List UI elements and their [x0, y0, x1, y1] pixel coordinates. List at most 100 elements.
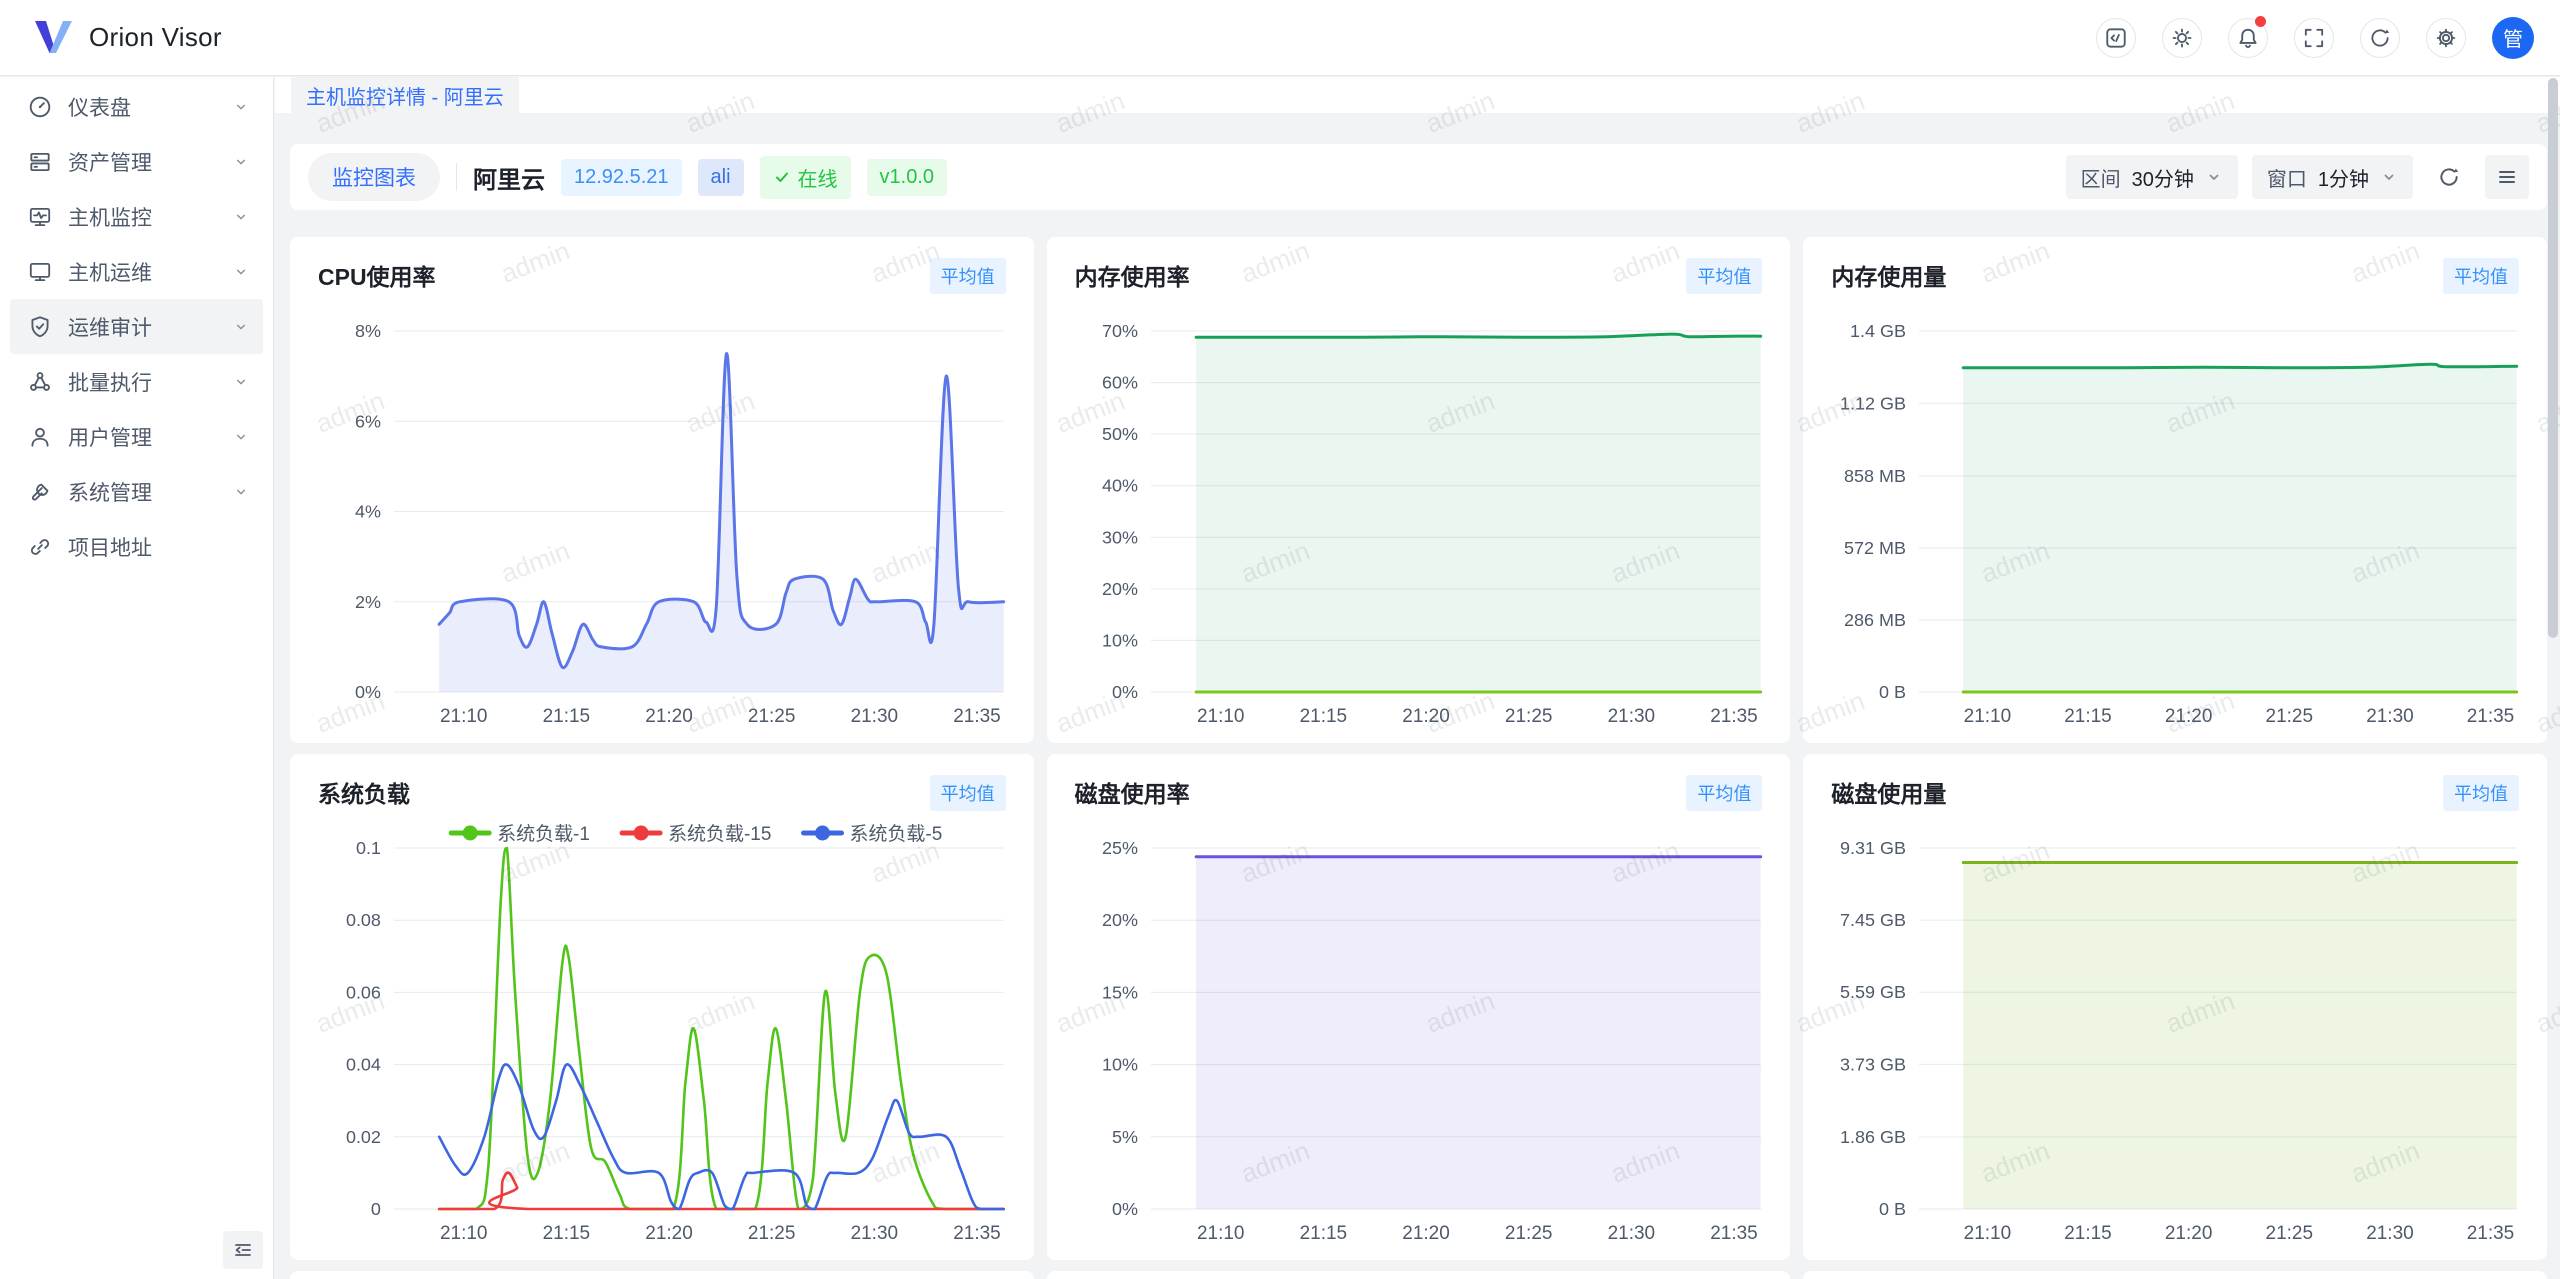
- svg-text:40%: 40%: [1102, 476, 1138, 496]
- svg-text:21:30: 21:30: [2367, 1223, 2415, 1244]
- svg-text:1.12 GB: 1.12 GB: [1840, 393, 1906, 413]
- chart-title: 磁盘使用率: [1075, 775, 1190, 809]
- svg-text:30%: 30%: [1102, 527, 1138, 547]
- refresh-charts-button[interactable]: [2427, 155, 2471, 199]
- code-square-icon: [2104, 26, 2128, 50]
- chart-config-menu-button[interactable]: [2485, 155, 2529, 199]
- chevron-down-icon: [231, 152, 251, 172]
- chart-title: CPU使用率: [318, 258, 436, 292]
- host-code-text: ali: [711, 166, 731, 189]
- svg-text:21:15: 21:15: [1299, 706, 1347, 727]
- sidebar-item-label: 资产管理: [68, 147, 152, 177]
- sidebar-item-dashboard[interactable]: 仪表盘: [10, 79, 263, 134]
- chart-cpu-usage[interactable]: 0%2%4%6%8%21:1021:1521:2021:2521:3021:35: [290, 301, 1034, 743]
- sidebar-item-label: 项目地址: [68, 532, 152, 562]
- interval-select-label: 区间: [2081, 163, 2121, 192]
- sidebar-item-monitor-pulse[interactable]: 主机监控: [10, 189, 263, 244]
- svg-text:21:35: 21:35: [1710, 706, 1758, 727]
- series-area-0: [1964, 364, 2517, 692]
- svg-text:25%: 25%: [1102, 838, 1138, 858]
- svg-text:21:20: 21:20: [1402, 1223, 1450, 1244]
- link-icon: [27, 534, 53, 560]
- refresh-icon: [2368, 26, 2392, 50]
- sidebar: 仪表盘资产管理主机监控主机运维运维审计批量执行用户管理系统管理项目地址: [0, 77, 274, 1279]
- sidebar-item-nodes[interactable]: 批量执行: [10, 354, 263, 409]
- svg-text:21:20: 21:20: [645, 1223, 693, 1244]
- svg-text:9.31 GB: 9.31 GB: [1840, 838, 1906, 858]
- svg-text:21:10: 21:10: [1197, 1223, 1245, 1244]
- user-avatar[interactable]: 管: [2492, 17, 2534, 59]
- chevron-down-icon: [2380, 168, 2398, 186]
- svg-text:50%: 50%: [1102, 424, 1138, 444]
- svg-text:21:10: 21:10: [440, 706, 488, 727]
- chart-card-header: 内存使用率平均值: [1047, 237, 1791, 294]
- toolbar-left-group: 监控图表 阿里云 12.92.5.21 ali 在线 v1.0.0: [308, 153, 947, 201]
- svg-text:0 B: 0 B: [1879, 1199, 1906, 1219]
- svg-text:7.45 GB: 7.45 GB: [1840, 910, 1906, 930]
- host-name: 阿里云: [473, 160, 545, 195]
- chart-disk-usage-amount[interactable]: 0 B1.86 GB3.73 GB5.59 GB7.45 GB9.31 GB21…: [1803, 818, 2547, 1260]
- svg-text:1.86 GB: 1.86 GB: [1840, 1127, 1906, 1147]
- svg-text:21:10: 21:10: [1964, 706, 2012, 727]
- vertical-scrollbar[interactable]: [2548, 78, 2558, 1277]
- chevron-down-icon: [2205, 168, 2223, 186]
- chart-card-header: CPU使用率平均值: [290, 237, 1034, 294]
- online-status-chip: 在线: [760, 156, 851, 199]
- sidebar-item-monitor[interactable]: 主机运维: [10, 244, 263, 299]
- sidebar-item-user[interactable]: 用户管理: [10, 409, 263, 464]
- monitor-chart-tab[interactable]: 监控图表: [308, 153, 440, 201]
- svg-text:8%: 8%: [355, 321, 381, 341]
- sidebar-item-wrench[interactable]: 系统管理: [10, 464, 263, 519]
- interval-select[interactable]: 区间 30分钟: [2066, 155, 2238, 199]
- avg-value-tag: 平均值: [2443, 258, 2519, 294]
- window-select[interactable]: 窗口 1分钟: [2252, 155, 2413, 199]
- tab-host-monitor-detail[interactable]: 主机监控详情 - 阿里云: [291, 76, 519, 115]
- svg-text:系统负载-15: 系统负载-15: [668, 823, 771, 845]
- content-area: 监控图表 阿里云 12.92.5.21 ali 在线 v1.0.0 区间 30分…: [275, 113, 2560, 1279]
- chevron-down-icon: [231, 317, 251, 337]
- notifications-button[interactable]: [2228, 18, 2268, 58]
- assets-icon: [27, 149, 53, 175]
- hamburger-menu-icon: [2496, 166, 2518, 188]
- sun-icon: [2170, 26, 2194, 50]
- svg-text:20%: 20%: [1102, 579, 1138, 599]
- chart-disk-usage-rate[interactable]: 0%5%10%15%20%25%21:1021:1521:2021:2521:3…: [1047, 818, 1791, 1260]
- sidebar-nav: 仪表盘资产管理主机监控主机运维运维审计批量执行用户管理系统管理项目地址: [0, 79, 273, 574]
- sidebar-item-shield-check[interactable]: 运维审计: [10, 299, 263, 354]
- next-row-card-top: [1803, 1271, 2547, 1279]
- chevron-down-icon: [231, 372, 251, 392]
- series-area-0: [1196, 334, 1761, 692]
- svg-text:21:10: 21:10: [440, 1223, 488, 1244]
- svg-text:21:15: 21:15: [2065, 1223, 2113, 1244]
- settings-button[interactable]: [2426, 18, 2466, 58]
- svg-text:系统负载-1: 系统负载-1: [497, 823, 590, 845]
- app-logo[interactable]: Orion Visor: [33, 19, 222, 57]
- scrollbar-thumb[interactable]: [2548, 78, 2558, 638]
- chart-card-system-load: 系统负载平均值00.020.040.060.080.121:1021:1521:…: [290, 754, 1034, 1260]
- svg-text:21:35: 21:35: [1710, 1223, 1758, 1244]
- svg-text:2%: 2%: [355, 592, 381, 612]
- sidebar-item-assets[interactable]: 资产管理: [10, 134, 263, 189]
- svg-text:21:25: 21:25: [1505, 706, 1553, 727]
- sidebar-item-label: 用户管理: [68, 422, 152, 452]
- svg-text:21:25: 21:25: [2266, 1223, 2314, 1244]
- fullscreen-button[interactable]: [2294, 18, 2334, 58]
- reload-button[interactable]: [2360, 18, 2400, 58]
- sidebar-item-link[interactable]: 项目地址: [10, 519, 263, 574]
- theme-brightness-button[interactable]: [2162, 18, 2202, 58]
- svg-text:0%: 0%: [1112, 682, 1138, 702]
- chart-memory-usage-amount[interactable]: 0 B286 MB572 MB858 MB1.12 GB1.4 GB21:102…: [1803, 301, 2547, 743]
- chart-system-load[interactable]: 00.020.040.060.080.121:1021:1521:2021:25…: [290, 818, 1034, 1260]
- sidebar-collapse-button[interactable]: [223, 1231, 263, 1269]
- svg-text:572 MB: 572 MB: [1844, 538, 1906, 558]
- avg-value-tag: 平均值: [1686, 258, 1762, 294]
- series-area-0: [1196, 857, 1761, 1209]
- svg-text:4%: 4%: [355, 501, 381, 521]
- code-console-button[interactable]: [2096, 18, 2136, 58]
- chart-memory-usage-rate[interactable]: 0%10%20%30%40%50%60%70%21:1021:1521:2021…: [1047, 301, 1791, 743]
- svg-text:10%: 10%: [1102, 1055, 1138, 1075]
- sidebar-item-label: 仪表盘: [68, 92, 131, 122]
- svg-text:21:20: 21:20: [2165, 706, 2213, 727]
- chevron-down-icon: [231, 482, 251, 502]
- sidebar-item-label: 运维审计: [68, 312, 152, 342]
